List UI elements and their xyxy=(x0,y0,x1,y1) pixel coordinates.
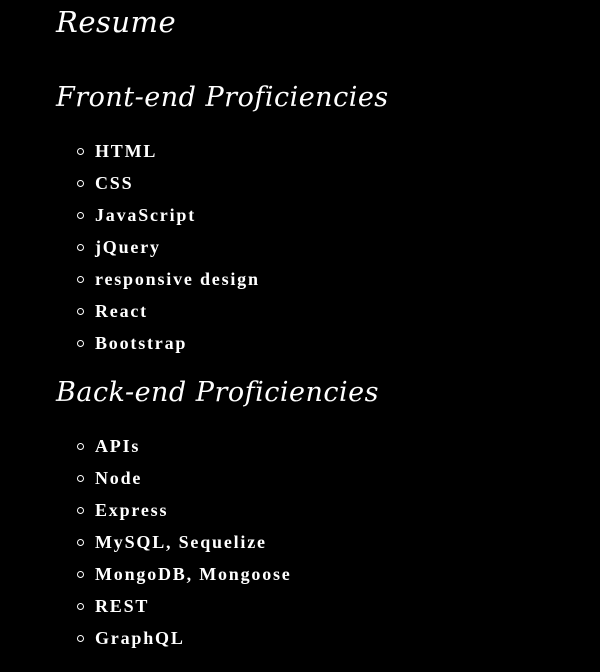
skill-item: APIs xyxy=(0,430,292,462)
circle-bullet-icon xyxy=(77,212,84,219)
skill-label: jQuery xyxy=(95,237,161,257)
circle-bullet-icon xyxy=(77,276,84,283)
skill-item: HTML xyxy=(0,135,260,167)
skill-label: Express xyxy=(95,500,169,520)
circle-bullet-icon xyxy=(77,180,84,187)
circle-bullet-icon xyxy=(77,148,84,155)
circle-bullet-icon xyxy=(77,244,84,251)
skill-label: GraphQL xyxy=(95,628,185,648)
skill-label: responsive design xyxy=(95,269,260,289)
skill-item: Node xyxy=(0,462,292,494)
circle-bullet-icon xyxy=(77,571,84,578)
circle-bullet-icon xyxy=(77,475,84,482)
skill-item: GraphQL xyxy=(0,622,292,654)
skill-item: Bootstrap xyxy=(0,327,260,359)
skill-item: responsive design xyxy=(0,263,260,295)
backend-skill-list: APIs Node Express MySQL, Sequelize Mongo… xyxy=(0,430,292,654)
skill-item: React xyxy=(0,295,260,327)
circle-bullet-icon xyxy=(77,340,84,347)
frontend-skill-list: HTML CSS JavaScript jQuery responsive de… xyxy=(0,135,260,359)
skill-label: APIs xyxy=(95,436,141,456)
circle-bullet-icon xyxy=(77,539,84,546)
skill-item: CSS xyxy=(0,167,260,199)
circle-bullet-icon xyxy=(77,603,84,610)
skill-label: React xyxy=(95,301,148,321)
page-title: Resume xyxy=(56,5,177,39)
circle-bullet-icon xyxy=(77,308,84,315)
circle-bullet-icon xyxy=(77,443,84,450)
skill-label: HTML xyxy=(95,141,158,161)
skill-label: REST xyxy=(95,596,150,616)
skill-label: MySQL, Sequelize xyxy=(95,532,267,552)
skill-item: MySQL, Sequelize xyxy=(0,526,292,558)
skill-label: JavaScript xyxy=(95,205,196,225)
skill-item: MongoDB, Mongoose xyxy=(0,558,292,590)
circle-bullet-icon xyxy=(77,507,84,514)
backend-heading: Back-end Proficiencies xyxy=(56,377,379,408)
skill-item: REST xyxy=(0,590,292,622)
circle-bullet-icon xyxy=(77,635,84,642)
skill-label: CSS xyxy=(95,173,134,193)
skill-label: Bootstrap xyxy=(95,333,188,353)
skill-label: Node xyxy=(95,468,143,488)
skill-item: jQuery xyxy=(0,231,260,263)
skill-item: Express xyxy=(0,494,292,526)
skill-item: JavaScript xyxy=(0,199,260,231)
skill-label: MongoDB, Mongoose xyxy=(95,564,292,584)
resume-page: Resume Front-end Proficiencies HTML CSS … xyxy=(0,0,600,672)
frontend-heading: Front-end Proficiencies xyxy=(56,82,389,113)
